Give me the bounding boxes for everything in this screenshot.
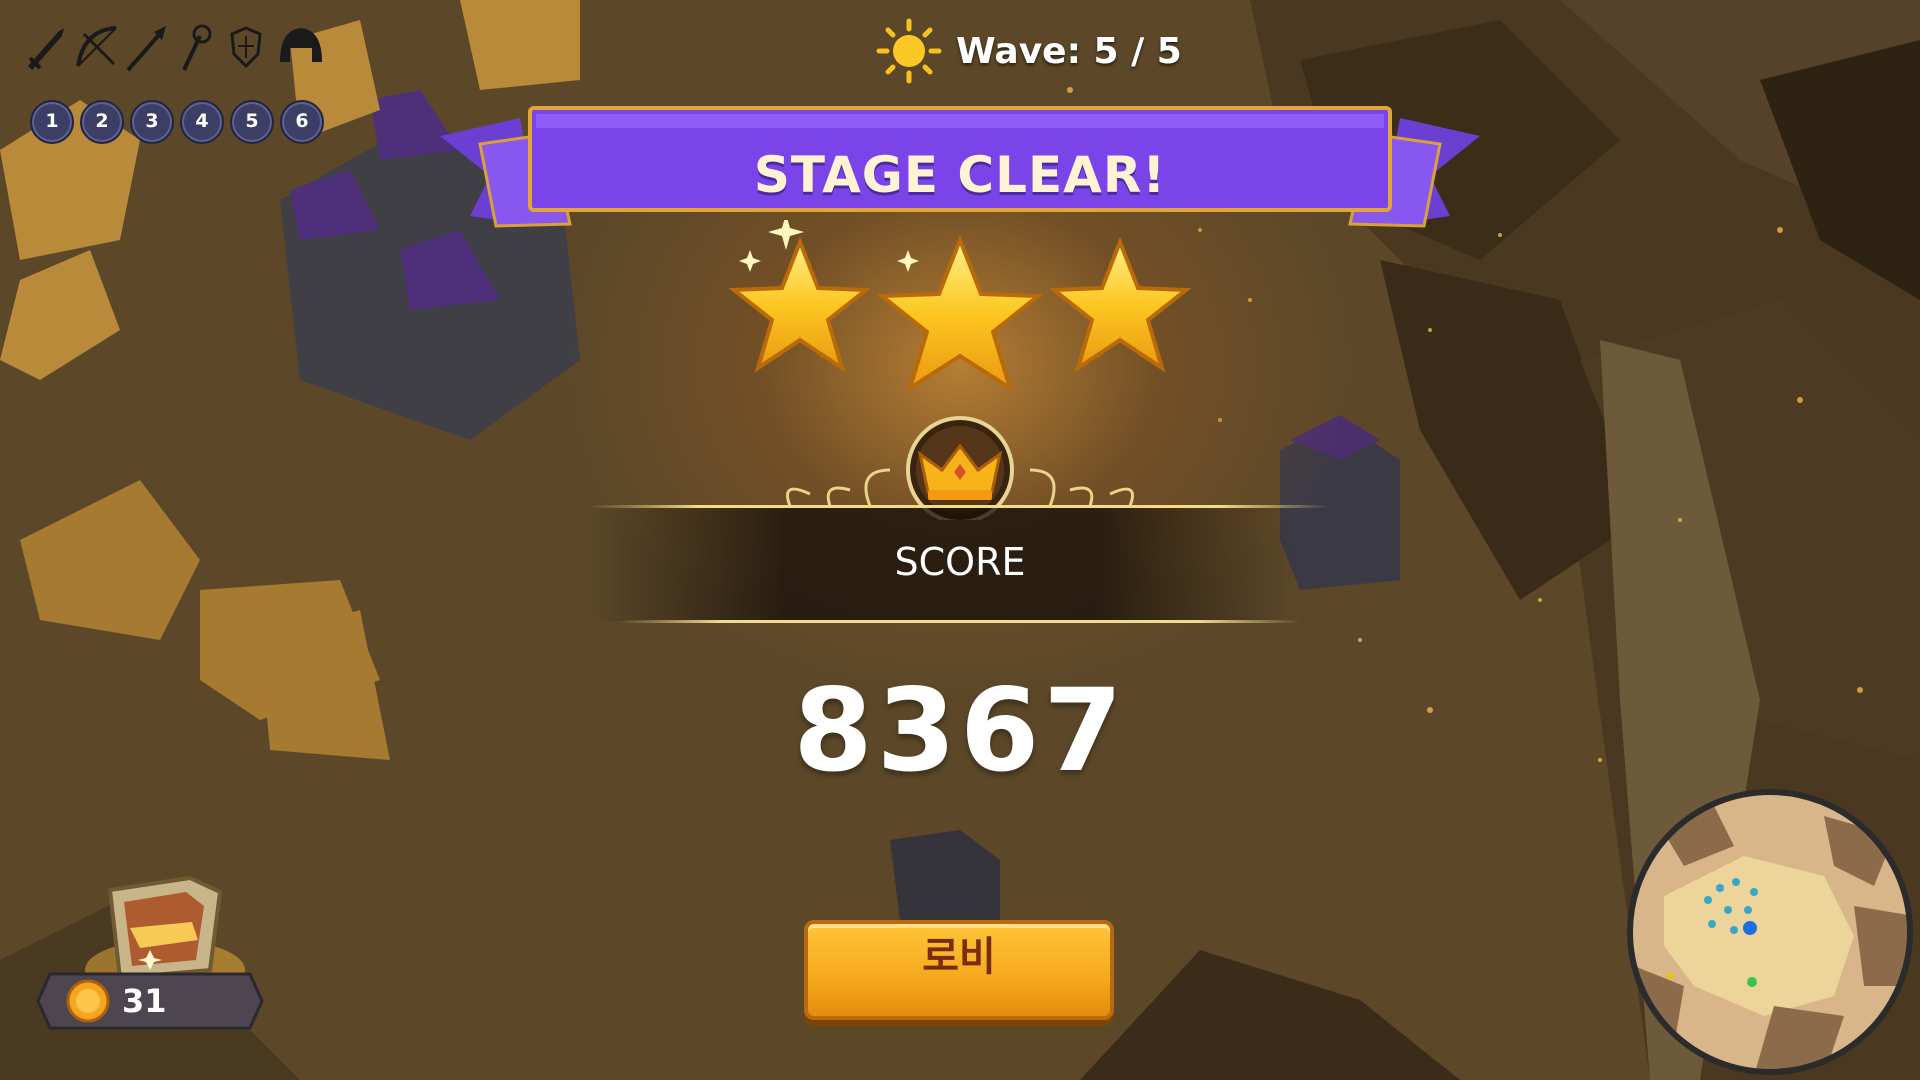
wave-indicator: Wave: 5 / 5 [876, 16, 1182, 86]
unit-slot-1[interactable]: 1 [30, 100, 74, 144]
unit-slot-4[interactable]: 4 [180, 100, 224, 144]
score-value: 8367 [793, 664, 1127, 797]
shield-icon[interactable] [224, 22, 270, 74]
helmet-icon[interactable] [274, 22, 328, 74]
score-divider-top [588, 505, 1330, 508]
crown-ornament [786, 416, 1134, 520]
lobby-button[interactable]: 로비 [804, 920, 1114, 1020]
unit-toolbar: 1 2 3 4 5 6 [24, 22, 334, 144]
sword-icon[interactable] [24, 22, 70, 74]
unit-slot-2[interactable]: 2 [80, 100, 124, 144]
star-rating [728, 220, 1192, 393]
score-label: SCORE [894, 540, 1026, 584]
coin-icon [66, 979, 110, 1023]
coin-count: 31 [122, 982, 167, 1020]
star-3-icon [1048, 236, 1192, 373]
unit-slot-6[interactable]: 6 [280, 100, 324, 144]
staff-icon[interactable] [174, 22, 220, 74]
bow-icon[interactable] [74, 22, 120, 74]
stage-clear-title: STAGE CLEAR! [753, 146, 1167, 204]
sun-icon [876, 18, 942, 84]
lobby-button-label: 로비 [922, 934, 996, 980]
spear-icon[interactable] [124, 22, 170, 74]
score-divider-bottom [620, 620, 1300, 623]
wave-counter: Wave: 5 / 5 [956, 30, 1182, 72]
unit-slot-5[interactable]: 5 [230, 100, 274, 144]
unit-slot-3[interactable]: 3 [130, 100, 174, 144]
minimap[interactable] [1624, 786, 1916, 1078]
